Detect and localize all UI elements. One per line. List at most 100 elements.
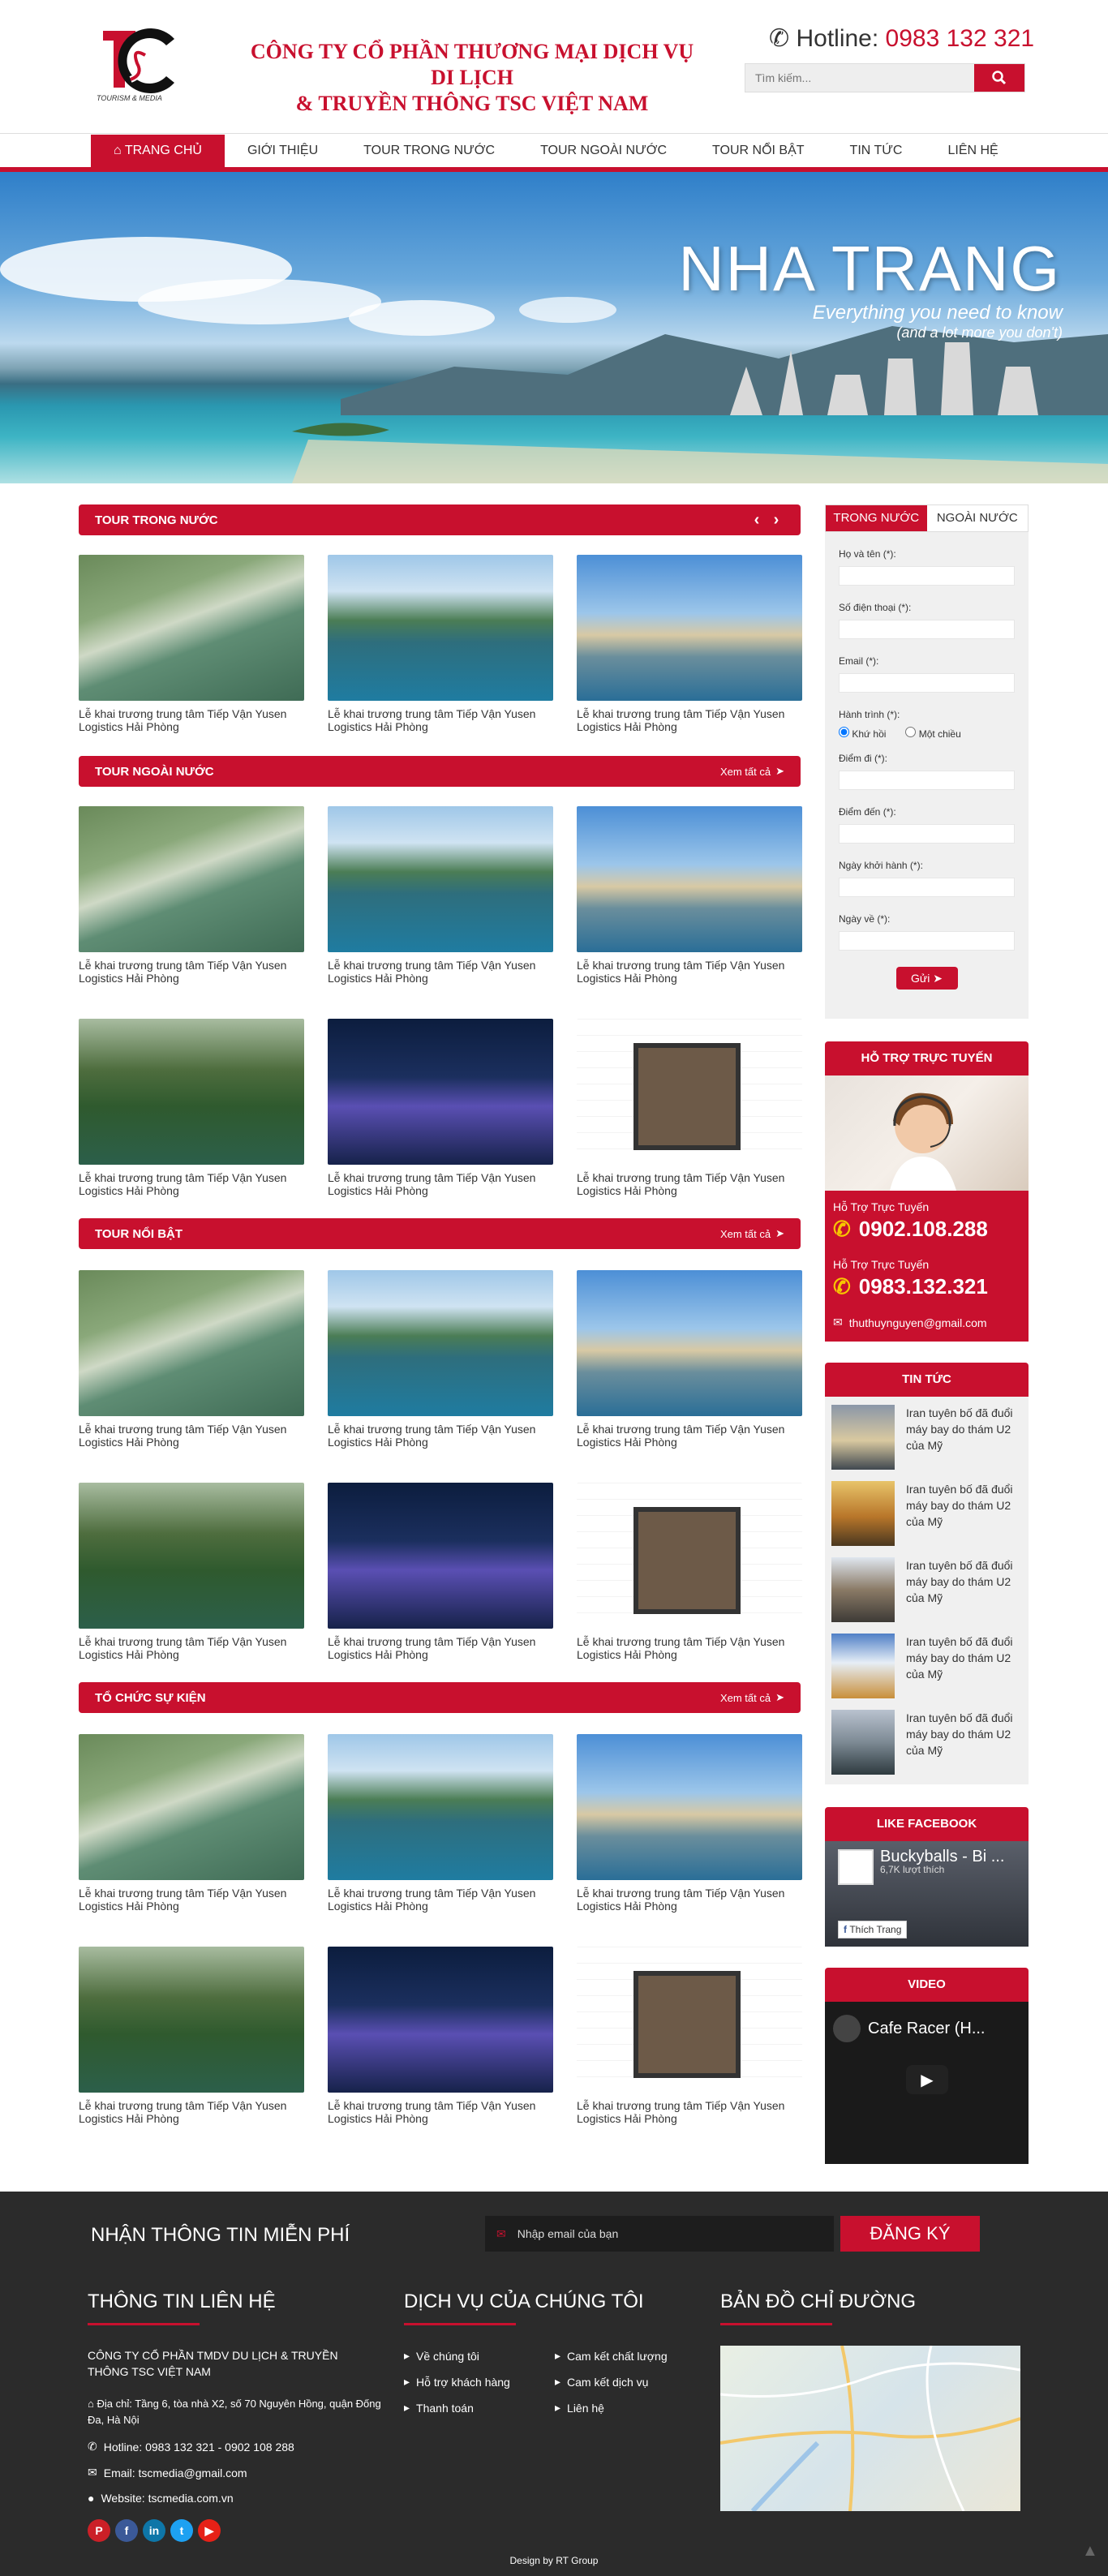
site-logo[interactable]: TOURISM & MEDIA [79,23,188,108]
tour-image[interactable] [577,806,802,952]
return-date-field[interactable] [839,931,1015,951]
nav-domestic-tours[interactable]: TOUR TRONG NƯỚC [341,135,517,167]
tour-image[interactable] [328,1734,553,1880]
submit-button[interactable]: Gửi ➤ [895,967,958,990]
view-all-link[interactable]: Xem tất cả ➤ [720,1227,784,1240]
tour-caption[interactable]: Lễ khai trương trung tâm Tiếp Vận Yusen … [577,707,802,733]
tour-card[interactable]: Lễ khai trương trung tâm Tiếp Vận Yusen … [328,1270,553,1449]
tour-card[interactable]: Lễ khai trương trung tâm Tiếp Vận Yusen … [79,1019,304,1197]
tour-image[interactable] [79,1734,304,1880]
news-item[interactable]: Iran tuyên bố đã đuổi máy bay do thám U2… [831,1634,1022,1698]
facebook-like-button[interactable]: f Thích Trang [838,1921,908,1938]
tour-caption[interactable]: Lễ khai trương trung tâm Tiếp Vận Yusen … [577,1635,802,1661]
register-button[interactable]: ĐĂNG KÝ [840,2216,980,2252]
nav-contact[interactable]: LIÊN HỆ [925,135,1020,167]
tour-image[interactable] [79,1019,304,1165]
news-title[interactable]: Iran tuyên bố đã đuổi máy bay do thám U2… [906,1557,1022,1622]
news-thumb[interactable] [831,1634,895,1698]
tour-card[interactable]: Lễ khai trương trung tâm Tiếp Vận Yusen … [79,555,304,733]
tour-caption[interactable]: Lễ khai trương trung tâm Tiếp Vận Yusen … [79,1887,304,1913]
news-thumb[interactable] [831,1405,895,1470]
tour-caption[interactable]: Lễ khai trương trung tâm Tiếp Vận Yusen … [328,1635,553,1661]
tour-card[interactable]: Lễ khai trương trung tâm Tiếp Vận Yusen … [577,1019,802,1197]
tour-image[interactable] [79,1483,304,1629]
tour-image[interactable] [577,1734,802,1880]
tour-caption[interactable]: Lễ khai trương trung tâm Tiếp Vận Yusen … [577,1887,802,1913]
news-item[interactable]: Iran tuyên bố đã đuổi máy bay do thám U2… [831,1481,1022,1546]
view-all-link[interactable]: Xem tất cả ➤ [720,1691,784,1704]
support-email[interactable]: ✉ thuthuynguyen@gmail.com [833,1316,1020,1329]
to-field[interactable] [839,824,1015,844]
hero-banner[interactable]: NHA TRANG Everything you need to know (a… [0,172,1108,483]
tour-caption[interactable]: Lễ khai trương trung tâm Tiếp Vận Yusen … [79,1171,304,1197]
news-thumb[interactable] [831,1710,895,1775]
newsletter-email-input[interactable]: ✉ Nhập email của bạn [485,2216,834,2252]
play-icon[interactable]: ▶ [906,2065,948,2094]
search-button[interactable] [974,64,1024,92]
tab-foreign[interactable]: NGOÀI NƯỚC [927,505,1029,531]
service-link[interactable]: ▸ Liên hệ [555,2401,604,2415]
tour-card[interactable]: Lễ khai trương trung tâm Tiếp Vận Yusen … [328,1019,553,1197]
nav-foreign-tours[interactable]: TOUR NGOÀI NƯỚC [517,135,689,167]
chevron-left-icon[interactable]: ‹ [749,511,765,529]
video-title[interactable]: Cafe Racer (H... [868,2020,985,2038]
view-all-link[interactable]: Xem tất cả ➤ [720,765,784,778]
tour-card[interactable]: Lễ khai trương trung tâm Tiếp Vận Yusen … [577,1947,802,2125]
tour-card[interactable]: Lễ khai trương trung tâm Tiếp Vận Yusen … [79,806,304,985]
tour-card[interactable]: Lễ khai trương trung tâm Tiếp Vận Yusen … [79,1947,304,2125]
tour-image[interactable] [79,806,304,952]
name-field[interactable] [839,566,1015,586]
email-field[interactable] [839,673,1015,693]
tour-caption[interactable]: Lễ khai trương trung tâm Tiếp Vận Yusen … [79,1635,304,1661]
tour-caption[interactable]: Lễ khai trương trung tâm Tiếp Vận Yusen … [328,707,553,733]
tab-domestic[interactable]: TRONG NƯỚC [826,505,927,531]
news-item[interactable]: Iran tuyên bố đã đuổi máy bay do thám U2… [831,1710,1022,1775]
tour-caption[interactable]: Lễ khai trương trung tâm Tiếp Vận Yusen … [328,1887,553,1913]
tour-caption[interactable]: Lễ khai trương trung tâm Tiếp Vận Yusen … [577,1423,802,1449]
tour-card[interactable]: Lễ khai trương trung tâm Tiếp Vận Yusen … [328,1947,553,2125]
news-thumb[interactable] [831,1481,895,1546]
twitter-icon[interactable]: t [170,2519,193,2542]
tour-card[interactable]: Lễ khai trương trung tâm Tiếp Vận Yusen … [577,1483,802,1661]
chevron-right-icon[interactable]: › [768,511,784,529]
tour-caption[interactable]: Lễ khai trương trung tâm Tiếp Vận Yusen … [328,959,553,985]
news-item[interactable]: Iran tuyên bố đã đuổi máy bay do thám U2… [831,1405,1022,1470]
nav-about[interactable]: GIỚI THIỆU [225,135,341,167]
tour-image[interactable] [577,1483,802,1629]
support-phone-1[interactable]: ✆ 0902.108.288 [833,1217,1020,1242]
footer-website[interactable]: ● Website: tscmedia.com.vn [88,2492,234,2505]
round-trip-option[interactable]: Khứ hồi [839,727,886,740]
service-link[interactable]: ▸ Cam kết dịch vụ [555,2375,648,2389]
tour-image[interactable] [328,806,553,952]
tour-image[interactable] [79,1947,304,2093]
nav-featured-tours[interactable]: TOUR NỔI BẬT [689,135,827,167]
tour-caption[interactable]: Lễ khai trương trung tâm Tiếp Vận Yusen … [79,707,304,733]
tour-image[interactable] [328,1947,553,2093]
tour-card[interactable]: Lễ khai trương trung tâm Tiếp Vận Yusen … [79,1734,304,1913]
tour-caption[interactable]: Lễ khai trương trung tâm Tiếp Vận Yusen … [577,959,802,985]
depart-date-field[interactable] [839,878,1015,897]
tour-caption[interactable]: Lễ khai trương trung tâm Tiếp Vận Yusen … [577,2099,802,2125]
tour-image[interactable] [577,1019,802,1165]
tour-caption[interactable]: Lễ khai trương trung tâm Tiếp Vận Yusen … [79,1423,304,1449]
news-title[interactable]: Iran tuyên bố đã đuổi máy bay do thám U2… [906,1405,1022,1470]
support-phone-2[interactable]: ✆ 0983.132.321 [833,1274,1020,1299]
tour-card[interactable]: Lễ khai trương trung tâm Tiếp Vận Yusen … [328,1734,553,1913]
tour-caption[interactable]: Lễ khai trương trung tâm Tiếp Vận Yusen … [328,1423,553,1449]
header-hotline[interactable]: ✆ Hotline: 0983 132 321 [769,24,1034,53]
one-way-option[interactable]: Một chiều [905,727,961,740]
tour-caption[interactable]: Lễ khai trương trung tâm Tiếp Vận Yusen … [328,1171,553,1197]
video-channel-avatar[interactable] [833,2015,861,2042]
back-to-top-icon[interactable]: ▲ [1082,2542,1098,2561]
tour-image[interactable] [328,1270,553,1416]
tour-image[interactable] [577,1270,802,1416]
news-thumb[interactable] [831,1557,895,1622]
tour-caption[interactable]: Lễ khai trương trung tâm Tiếp Vận Yusen … [328,2099,553,2125]
news-title[interactable]: Iran tuyên bố đã đuổi máy bay do thám U2… [906,1634,1022,1698]
service-link[interactable]: ▸ Thanh toán [404,2401,474,2415]
footer-email[interactable]: ✉ Email: tscmedia@gmail.com [88,2466,247,2479]
one-way-radio[interactable] [905,727,917,737]
tour-card[interactable]: Lễ khai trương trung tâm Tiếp Vận Yusen … [328,555,553,733]
news-title[interactable]: Iran tuyên bố đã đuổi máy bay do thám U2… [906,1481,1022,1546]
tour-image[interactable] [328,1019,553,1165]
